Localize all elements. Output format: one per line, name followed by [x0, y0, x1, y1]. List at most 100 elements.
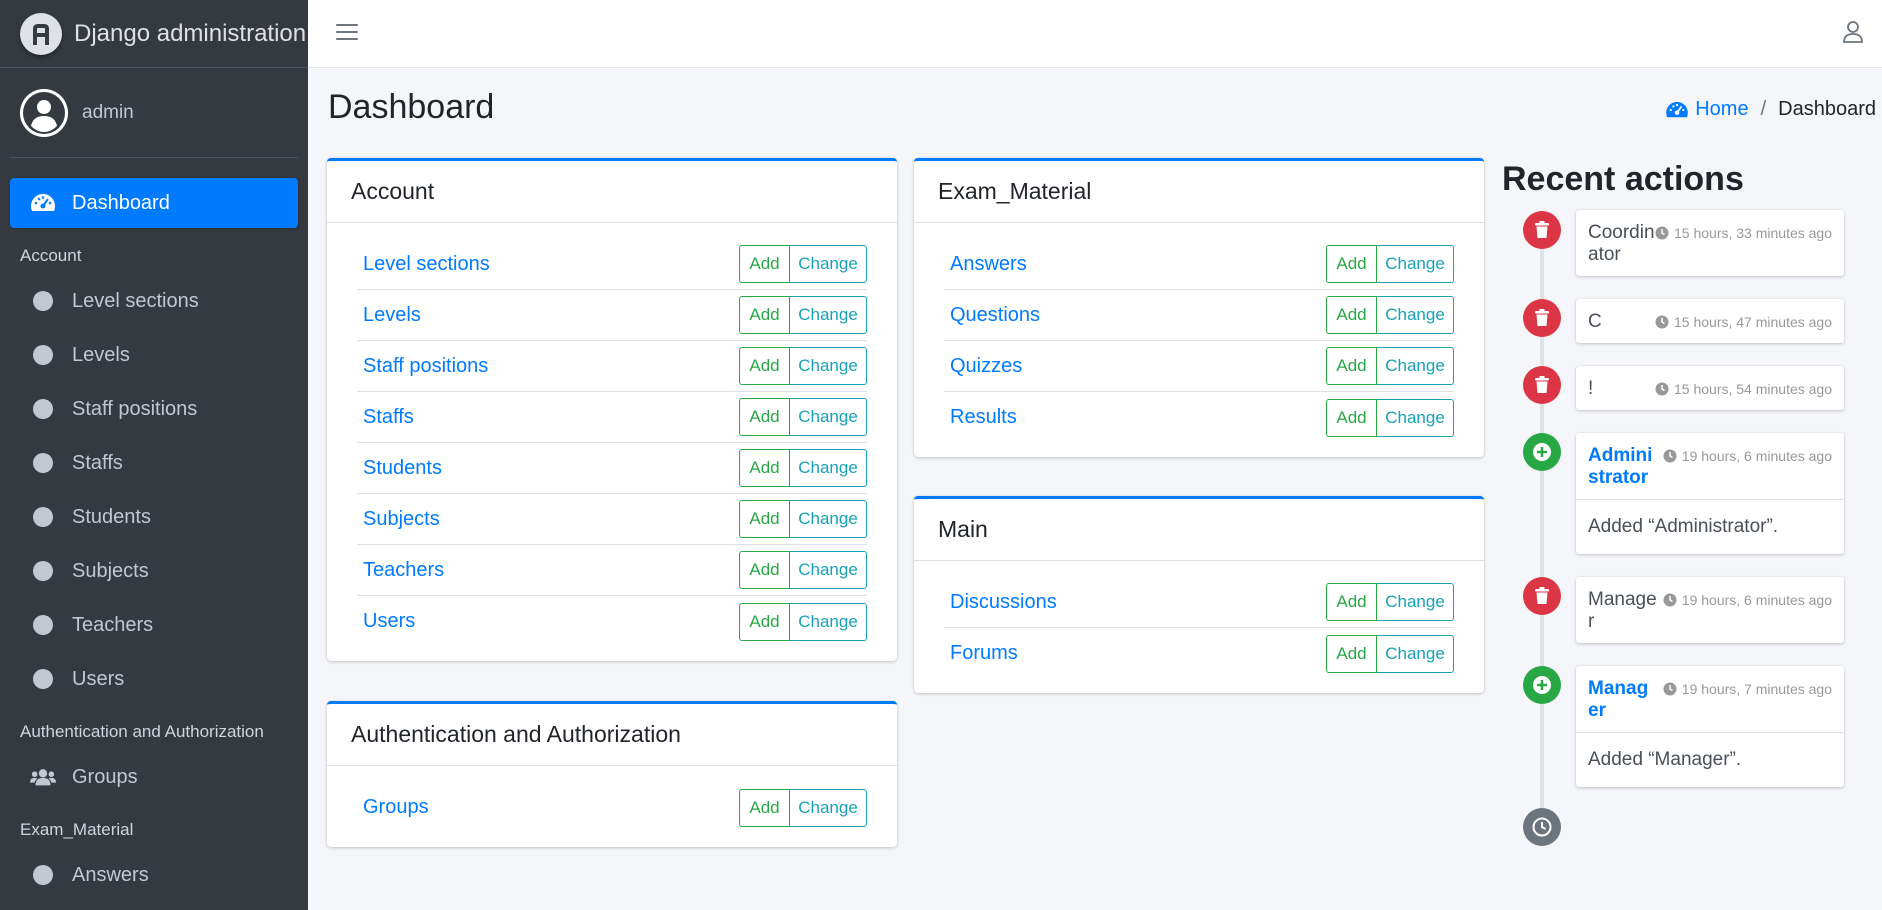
add-button[interactable]: Add — [739, 551, 790, 589]
model-link-students[interactable]: Students — [357, 457, 442, 480]
breadcrumb-current: Dashboard — [1778, 98, 1876, 120]
hamburger-menu-icon[interactable] — [336, 22, 358, 42]
add-button[interactable]: Add — [739, 398, 790, 436]
users-group-icon — [30, 767, 56, 787]
change-button[interactable]: Change — [790, 788, 867, 827]
change-button[interactable]: Change — [790, 449, 867, 487]
model-link-results[interactable]: Results — [944, 406, 1017, 429]
add-button[interactable]: Add — [739, 500, 790, 538]
sidebar-item-label: Levels — [72, 343, 130, 366]
change-button[interactable]: Change — [790, 398, 867, 436]
sidebar-item-label: Answers — [72, 863, 149, 886]
add-button[interactable]: Add — [739, 602, 790, 641]
sidebar-header-exam-material: Exam_Material — [20, 820, 134, 839]
model-link-staffs[interactable]: Staffs — [357, 406, 414, 429]
recent-action-item: Manager 19 hours, 6 minutes ago — [1576, 577, 1844, 643]
change-button[interactable]: Change — [790, 500, 867, 538]
add-button[interactable]: Add — [739, 788, 790, 827]
change-button[interactable]: Change — [1377, 296, 1454, 334]
change-button[interactable]: Change — [1377, 398, 1454, 437]
card-title: Exam_Material — [914, 161, 1484, 223]
sidebar-item-groups[interactable]: Groups — [10, 752, 298, 802]
model-link-staff-positions[interactable]: Staff positions — [357, 355, 488, 378]
user-menu-icon[interactable] — [1842, 20, 1864, 49]
recent-action-name: ! — [1588, 378, 1594, 399]
sidebar-item-students[interactable]: Students — [10, 492, 298, 542]
change-button[interactable]: Change — [790, 551, 867, 589]
sidebar: Django administration admin Dashboard Ac… — [0, 0, 308, 910]
sidebar-item-answers[interactable]: Answers — [10, 850, 298, 900]
model-link-levels[interactable]: Levels — [357, 304, 421, 327]
sidebar-item-users[interactable]: Users — [10, 654, 298, 704]
recent-action-name: Manager — [1588, 589, 1657, 632]
add-button[interactable]: Add — [1326, 245, 1377, 283]
brand-title: Django administration — [74, 19, 307, 47]
model-link-forums[interactable]: Forums — [944, 642, 1018, 665]
breadcrumb-home-link[interactable]: Home — [1665, 98, 1749, 121]
recent-action-name: Coordinator — [1588, 222, 1655, 265]
model-link-groups[interactable]: Groups — [357, 796, 429, 819]
change-button[interactable]: Change — [790, 245, 867, 283]
change-button[interactable]: Change — [1377, 245, 1454, 283]
sidebar-item-teachers[interactable]: Teachers — [10, 600, 298, 650]
recent-action-time: 15 hours, 54 minutes ago — [1655, 378, 1832, 400]
recent-action-link[interactable]: Manager — [1588, 678, 1658, 722]
model-link-level-sections[interactable]: Level sections — [357, 253, 490, 276]
top-navbar — [308, 0, 1882, 68]
sidebar-item-staffs[interactable]: Staffs — [10, 438, 298, 488]
sidebar-header-account: Account — [20, 246, 82, 265]
add-button[interactable]: Add — [739, 449, 790, 487]
sidebar-item-levels[interactable]: Levels — [10, 330, 298, 380]
add-button[interactable]: Add — [739, 245, 790, 283]
breadcrumb-home-label: Home — [1695, 98, 1749, 120]
sidebar-user-name: admin — [82, 101, 134, 123]
clock-icon — [1663, 449, 1677, 463]
recent-action-item: ! 15 hours, 54 minutes ago — [1576, 366, 1844, 410]
recent-actions-title: Recent actions — [1502, 160, 1744, 198]
model-link-teachers[interactable]: Teachers — [357, 559, 444, 582]
app-card-main: Main Discussions Add Change Forums Add Chang… — [914, 496, 1484, 693]
sidebar-item-label: Teachers — [72, 613, 154, 636]
add-button[interactable]: Add — [739, 296, 790, 334]
model-link-answers[interactable]: Answers — [944, 253, 1027, 276]
clock-icon — [1655, 382, 1669, 396]
add-button[interactable]: Add — [1326, 398, 1377, 437]
change-button[interactable]: Change — [790, 296, 867, 334]
user-panel[interactable]: admin — [10, 68, 298, 158]
model-link-questions[interactable]: Questions — [944, 304, 1040, 327]
change-button[interactable]: Change — [1377, 347, 1454, 385]
change-button[interactable]: Change — [790, 347, 867, 385]
change-button[interactable]: Change — [1377, 634, 1454, 673]
user-avatar-icon — [20, 88, 68, 137]
clock-icon — [1655, 315, 1669, 329]
circle-icon — [33, 345, 53, 365]
add-button[interactable]: Add — [1326, 296, 1377, 334]
sidebar-item-subjects[interactable]: Subjects — [10, 546, 298, 596]
model-link-discussions[interactable]: Discussions — [944, 591, 1057, 614]
model-row: Answers Add Change — [944, 239, 1454, 290]
model-link-users[interactable]: Users — [357, 610, 415, 633]
clock-icon — [1663, 682, 1677, 696]
add-button[interactable]: Add — [739, 347, 790, 385]
add-button[interactable]: Add — [1326, 583, 1377, 621]
model-row: Teachers Add Change — [357, 545, 867, 596]
recent-action-time: 19 hours, 6 minutes ago — [1663, 445, 1832, 489]
sidebar-item-dashboard[interactable]: Dashboard — [10, 178, 298, 228]
app-card-account: Account Level sections Add Change Levels Ad… — [327, 158, 897, 661]
sidebar-item-staff-positions[interactable]: Staff positions — [10, 384, 298, 434]
add-button[interactable]: Add — [1326, 634, 1377, 673]
model-row: Level sections Add Change — [357, 239, 867, 290]
add-button[interactable]: Add — [1326, 347, 1377, 385]
sidebar-item-level-sections[interactable]: Level sections — [10, 276, 298, 326]
change-button[interactable]: Change — [1377, 583, 1454, 621]
sidebar-item-label: Users — [72, 667, 125, 690]
circle-icon — [33, 399, 53, 419]
clock-icon — [1655, 226, 1669, 240]
recent-action-link[interactable]: Administrator — [1588, 445, 1658, 489]
change-button[interactable]: Change — [790, 602, 867, 641]
brand-link[interactable]: Django administration — [0, 0, 308, 68]
recent-action-time: 19 hours, 7 minutes ago — [1663, 678, 1832, 722]
model-link-subjects[interactable]: Subjects — [357, 508, 440, 531]
recent-action-name: C — [1588, 311, 1602, 332]
model-link-quizzes[interactable]: Quizzes — [944, 355, 1022, 378]
